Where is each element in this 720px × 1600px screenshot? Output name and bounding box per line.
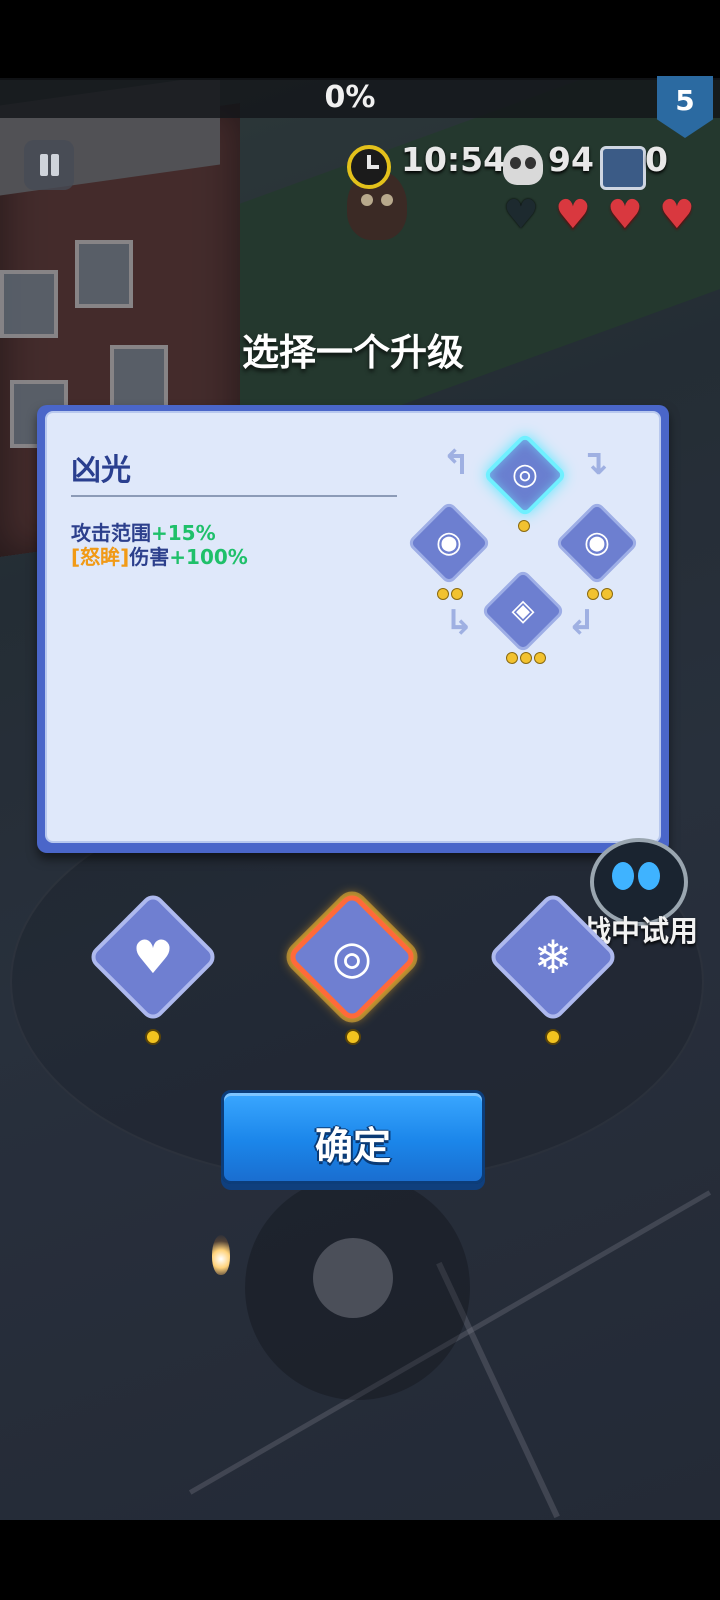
level-dots	[437, 585, 465, 600]
divider	[71, 495, 397, 497]
skull-icon	[503, 145, 543, 185]
choice-level-dot	[545, 1029, 561, 1045]
stat-value: +100%	[169, 545, 248, 569]
tree-node-fire-eye[interactable]	[406, 500, 492, 586]
skill-name: 凶光	[71, 453, 131, 488]
skill-info-panel: 凶光 攻击范围+15% [怒眸]伤害+100% ↰ ↴ ↳ ↲ ◎ ◉ ◉ ◈	[37, 405, 669, 853]
tree-node-cannon-eye[interactable]	[482, 432, 568, 518]
chest-icon	[600, 146, 646, 190]
level-dots	[587, 585, 615, 600]
heart-full-icon: ♥	[607, 192, 643, 238]
tree-arrow-icon: ↰	[442, 443, 471, 483]
tree-arrow-icon: ↳	[445, 603, 474, 643]
stat-label: 伤害	[129, 545, 170, 569]
skill-info-content: 凶光 攻击范围+15% [怒眸]伤害+100% ↰ ↴ ↳ ↲ ◎ ◉ ◉ ◈	[45, 411, 661, 843]
level-dots	[506, 649, 548, 664]
confirm-button[interactable]: 确定	[221, 1090, 485, 1184]
progress-text: 0%	[324, 80, 376, 115]
kill-count: 94	[548, 140, 594, 179]
level-number: 5	[675, 84, 695, 117]
tree-node-flame-eye[interactable]	[554, 500, 640, 586]
prompt-title: 选择一个升级	[242, 331, 464, 374]
stat-tag: [怒眸]	[71, 545, 130, 569]
heart-empty-icon: ♥	[503, 192, 539, 238]
stat-line-damage: [怒眸]伤害+100%	[71, 541, 248, 570]
choice-level-dot	[345, 1029, 361, 1045]
level-dots	[518, 517, 532, 532]
timer-text: 10:54	[401, 140, 507, 179]
flame-projectile	[212, 1235, 230, 1275]
clock-icon	[347, 145, 391, 189]
chest-count: 0	[645, 140, 668, 179]
tree-arrow-icon: ↲	[567, 603, 596, 643]
tree-arrow-icon: ↴	[580, 443, 609, 483]
choice-level-dot	[145, 1029, 161, 1045]
heart-full-icon: ♥	[555, 192, 591, 238]
tree-node-winged-eye[interactable]	[480, 568, 566, 654]
pause-button[interactable]	[24, 140, 74, 190]
heart-full-icon: ♥	[659, 192, 695, 238]
confirm-label: 确定	[314, 1124, 391, 1168]
